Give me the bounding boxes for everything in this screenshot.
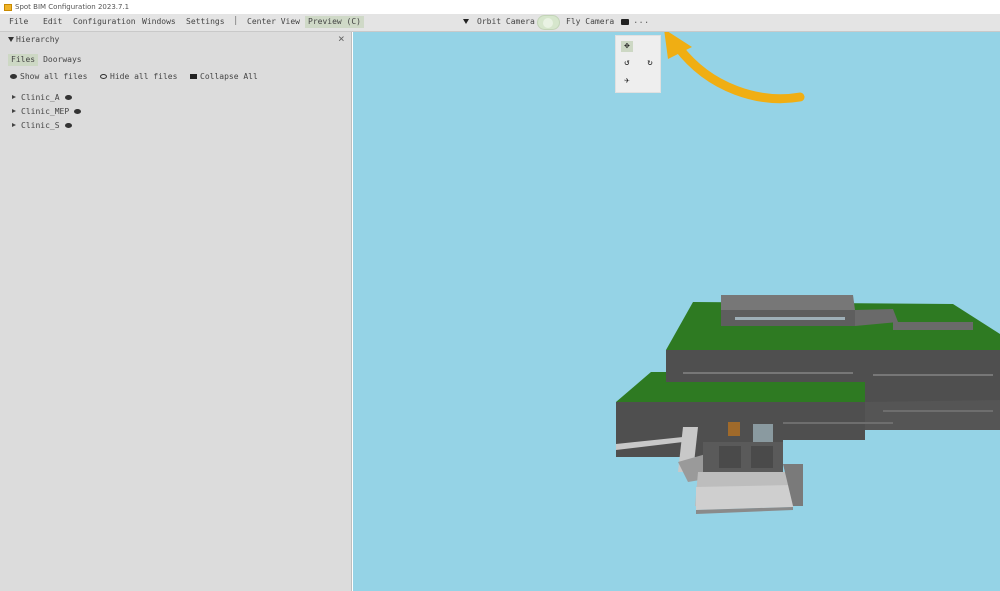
right-wall	[865, 400, 1000, 430]
collapse-all-button[interactable]: Collapse All	[190, 72, 258, 81]
window-strip	[883, 410, 993, 412]
menu-windows[interactable]: Windows	[142, 17, 176, 26]
close-panel-button[interactable]: ×	[338, 32, 345, 45]
expand-arrow-icon[interactable]	[12, 95, 16, 99]
penthouse-annex	[893, 322, 973, 330]
title-bar: Spot BIM Configuration 2023.7.1	[0, 0, 1000, 14]
collapse-panel-icon[interactable]	[8, 37, 14, 42]
tree-item-label: Clinic_S	[21, 120, 60, 130]
pavilion-post	[719, 446, 741, 468]
hierarchy-header: Hierarchy ×	[0, 32, 352, 48]
window-strip	[783, 422, 893, 424]
menu-file[interactable]: File	[9, 17, 28, 26]
window-title: Spot BIM Configuration 2023.7.1	[15, 3, 130, 11]
center-view-button[interactable]: Center View	[247, 17, 300, 26]
tree-item-label: Clinic_MEP	[21, 106, 70, 116]
tab-files[interactable]: Files	[8, 54, 39, 66]
show-all-files-label: Show all files	[20, 72, 88, 81]
penthouse-roof	[721, 295, 855, 310]
menu-configuration[interactable]: Configuration	[73, 17, 136, 26]
expand-arrow-icon[interactable]	[12, 109, 16, 113]
arrow-curve	[673, 42, 805, 104]
entrance-glass	[753, 424, 773, 442]
menu-settings[interactable]: Settings	[186, 17, 225, 26]
hierarchy-tabs: Files Doorways	[8, 54, 85, 66]
platform-top	[696, 485, 793, 510]
visibility-eye-icon[interactable]	[74, 108, 82, 114]
annotation-arrow	[664, 32, 805, 104]
tree-item-clinic-a[interactable]: Clinic_A	[12, 90, 81, 104]
hide-all-files-label: Hide all files	[110, 72, 178, 81]
pavilion-post	[751, 446, 773, 468]
penthouse-windows	[735, 317, 845, 320]
show-all-files-button[interactable]: Show all files	[10, 72, 87, 81]
collapse-all-label: Collapse All	[200, 72, 258, 81]
eye-icon	[10, 74, 17, 79]
hide-all-files-button[interactable]: Hide all files	[100, 72, 177, 81]
menu-separator: |	[233, 16, 239, 26]
fly-camera-icon[interactable]: ✈	[621, 76, 633, 87]
preview-button[interactable]: Preview (C)	[305, 16, 364, 28]
camera-icon[interactable]	[621, 19, 629, 25]
orbit-dropdown-icon[interactable]	[463, 19, 469, 24]
expand-arrow-icon[interactable]	[12, 123, 16, 127]
eye-off-icon	[100, 74, 107, 79]
menu-edit[interactable]: Edit	[43, 17, 62, 26]
tree-item-clinic-s[interactable]: Clinic_S	[12, 118, 81, 132]
fly-camera-label[interactable]: Fly Camera	[566, 17, 614, 26]
tree-item-label: Clinic_A	[21, 92, 60, 102]
tab-doorways[interactable]: Doorways	[40, 54, 85, 66]
orbit-camera-icon[interactable]: ✥	[621, 41, 633, 52]
toggle-knob	[543, 18, 553, 28]
menu-bar: File Edit Configuration Windows Settings…	[0, 14, 1000, 32]
hierarchy-panel: Hierarchy × Files Doorways Show all file…	[0, 32, 352, 591]
app-icon	[4, 3, 12, 11]
rotate-left-icon[interactable]: ↺	[621, 58, 633, 69]
camera-mode-toggle[interactable]	[537, 15, 560, 30]
orbit-camera-label[interactable]: Orbit Camera	[477, 17, 535, 26]
file-tree: Clinic_A Clinic_MEP Clinic_S	[12, 90, 82, 132]
more-options-button[interactable]: ...	[633, 16, 649, 26]
visibility-eye-icon[interactable]	[64, 122, 72, 128]
tree-item-clinic-mep[interactable]: Clinic_MEP	[12, 104, 82, 118]
hierarchy-title: Hierarchy	[16, 35, 60, 44]
visibility-eye-icon[interactable]	[64, 94, 72, 100]
folder-icon	[190, 74, 197, 79]
entrance-door	[728, 422, 740, 436]
window-strip	[873, 374, 993, 376]
3d-viewport[interactable]: ✥ ↺ ↻ ✈	[353, 32, 1000, 591]
window-strip	[683, 372, 853, 374]
